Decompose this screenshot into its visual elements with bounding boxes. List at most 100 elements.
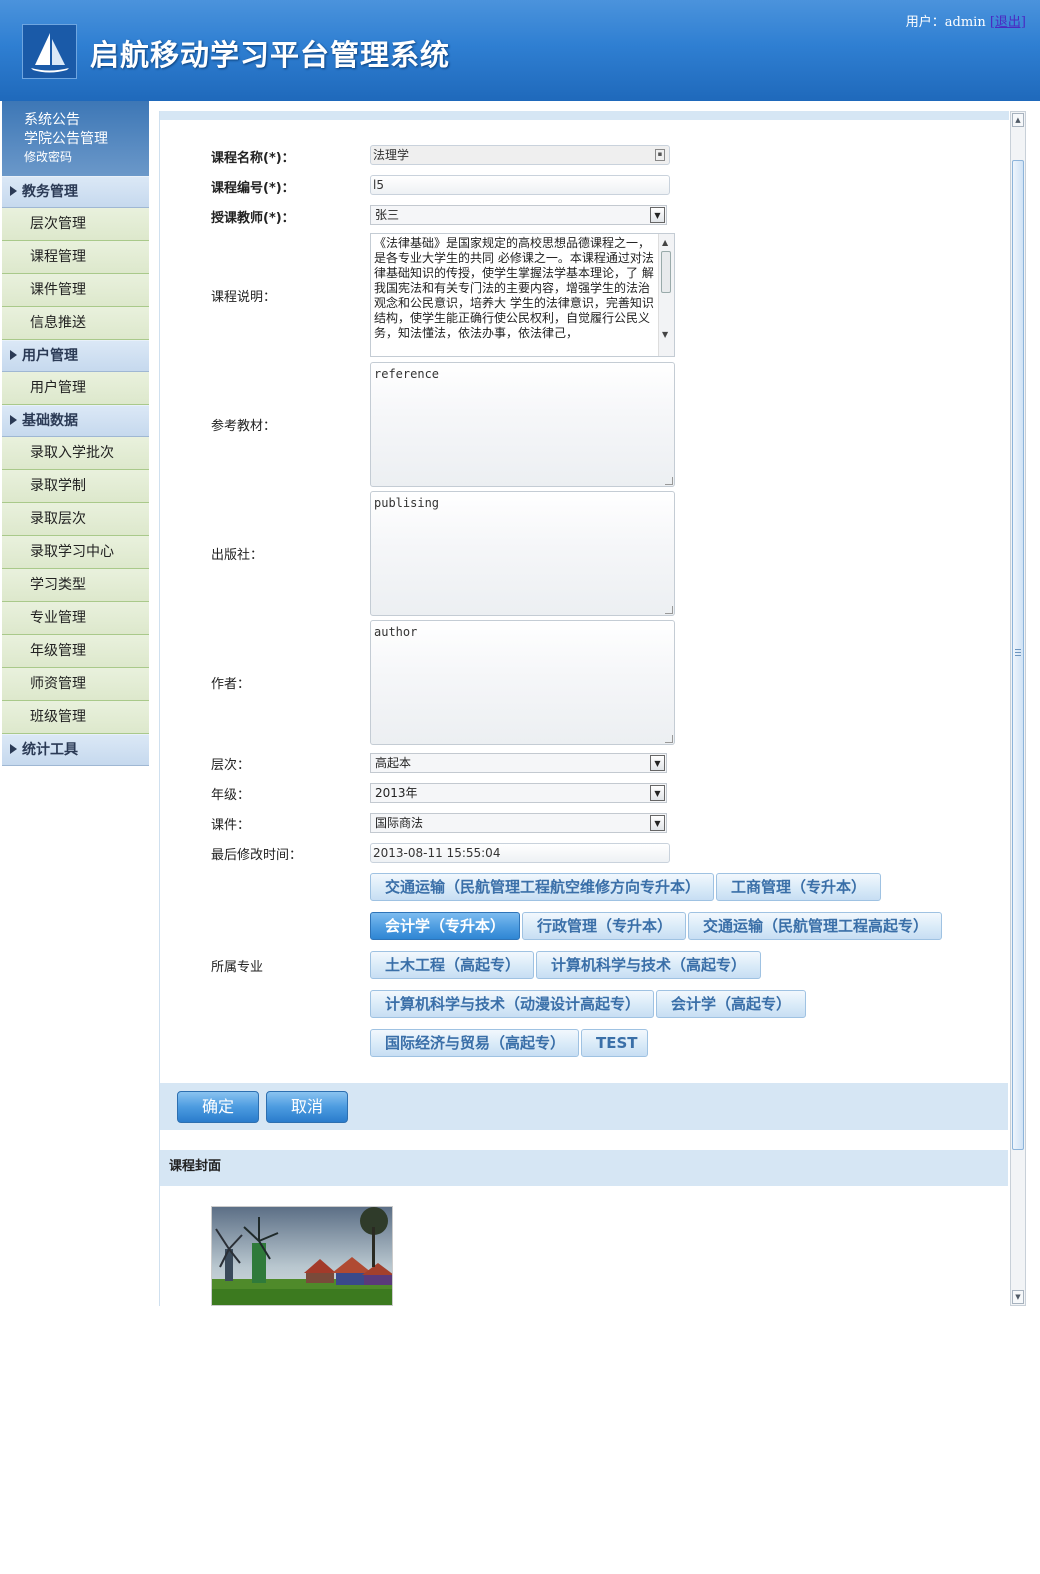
reference-value: reference (374, 367, 440, 381)
chevron-down-icon[interactable]: ▼ (650, 785, 665, 801)
ok-button[interactable]: 确定 (177, 1091, 259, 1123)
grade-value: 2013年 (375, 786, 418, 800)
row-level: 层次： 高起本 ▼ (211, 753, 667, 773)
teacher-label: 授课教师(*)： (211, 211, 295, 226)
logout-link[interactable]: [退出] (990, 15, 1026, 30)
sidebar-link-change-password[interactable]: 修改密码 (24, 149, 149, 166)
scroll-down-icon[interactable]: ▼ (662, 327, 668, 342)
course-name-field[interactable]: 法理学 ▪ (370, 145, 670, 165)
app-title: 启航移动学习平台管理系统 (90, 38, 451, 72)
scroll-thumb[interactable] (1012, 160, 1024, 1150)
sidebar-group-academic[interactable]: 教务管理 (2, 176, 149, 208)
sidebar-item-push[interactable]: 信息推送 (2, 307, 149, 340)
action-bar: 确定 取消 (160, 1083, 1008, 1130)
chevron-down-icon[interactable]: ▼ (650, 755, 665, 771)
sidebar-group-users[interactable]: 用户管理 (2, 340, 149, 372)
scroll-thumb[interactable] (661, 251, 671, 293)
reference-label: 参考教材： (211, 419, 277, 434)
triangle-right-icon (10, 186, 17, 196)
sidebar-item-faculty[interactable]: 师资管理 (2, 668, 149, 701)
row-courseware: 课件： 国际商法 ▼ (211, 813, 667, 833)
publisher-label: 出版社： (211, 548, 264, 563)
sidebar-group-basic-data[interactable]: 基础数据 (2, 405, 149, 437)
row-author: 作者： author (211, 620, 675, 745)
author-textarea[interactable]: author (370, 620, 675, 745)
row-grade: 年级： 2013年 ▼ (211, 783, 667, 803)
major-button[interactable]: 交通运输（民航管理工程高起专） (688, 912, 942, 940)
lock-icon: ▪ (655, 149, 665, 161)
major-button[interactable]: 国际经济与贸易（高起专） (370, 1029, 579, 1057)
course-name-value: 法理学 (373, 148, 410, 162)
grade-select[interactable]: 2013年 ▼ (370, 783, 667, 803)
triangle-right-icon (10, 350, 17, 360)
triangle-right-icon (10, 744, 17, 754)
grade-label: 年级： (211, 788, 251, 803)
major-button[interactable]: 行政管理（专升本） (522, 912, 686, 940)
user-label: 用户： (905, 15, 945, 30)
major-button[interactable]: 工商管理（专升本） (716, 873, 881, 901)
sidebar-item-study-type[interactable]: 学习类型 (2, 569, 149, 602)
major-button[interactable]: 计算机科学与技术（高起专） (536, 951, 761, 979)
triangle-right-icon (10, 415, 17, 425)
resize-grip-icon[interactable] (665, 477, 673, 485)
sidebar-top-links: 系统公告 学院公告管理 修改密码 (2, 101, 149, 176)
resize-grip-icon[interactable] (665, 735, 673, 743)
chevron-down-icon[interactable]: ▼ (650, 207, 665, 223)
user-bar: 用户：admin [退出] (906, 11, 1026, 30)
major-button[interactable]: 会计学（高起专） (656, 990, 806, 1018)
major-button[interactable]: 土木工程（高起专） (370, 951, 534, 979)
courseware-label: 课件： (211, 818, 251, 833)
sidebar-item-class[interactable]: 班级管理 (2, 701, 149, 734)
major-button-selected[interactable]: 会计学（专升本） (370, 912, 520, 940)
sidebar-item-enroll-batch[interactable]: 录取入学批次 (2, 437, 149, 470)
description-scrollbar[interactable]: ▲ ▼ (658, 234, 674, 356)
author-label: 作者： (211, 677, 251, 692)
major-button[interactable]: TEST (581, 1029, 648, 1057)
scroll-up-icon[interactable]: ▲ (662, 235, 668, 250)
row-course-name: 课程名称(*)： 法理学 ▪ (211, 145, 670, 166)
teacher-select[interactable]: 张三 ▼ (370, 205, 667, 225)
sidebar-item-users[interactable]: 用户管理 (2, 372, 149, 405)
courseware-select[interactable]: 国际商法 ▼ (370, 813, 667, 833)
description-textarea[interactable]: 《法律基础》是国家规定的高校思想品德课程之一，是各专业大学生的共同 必修课之一。… (370, 233, 675, 357)
publisher-value: publising (374, 496, 440, 510)
sidebar-item-enroll-system[interactable]: 录取学制 (2, 470, 149, 503)
scroll-up-icon[interactable]: ▲ (1012, 113, 1024, 127)
sidebar-item-level[interactable]: 层次管理 (2, 208, 149, 241)
level-value: 高起本 (375, 756, 412, 770)
sidebar-group-label: 基础数据 (22, 413, 78, 429)
sidebar-item-enroll-level[interactable]: 录取层次 (2, 503, 149, 536)
sidebar-item-major[interactable]: 专业管理 (2, 602, 149, 635)
major-button[interactable]: 交通运输（民航管理工程航空维修方向专升本） (370, 873, 714, 901)
page-scrollbar[interactable]: ▲ ▼ (1010, 111, 1026, 1306)
level-label: 层次： (211, 758, 251, 773)
cancel-button[interactable]: 取消 (266, 1091, 348, 1123)
course-cover-image[interactable] (211, 1206, 393, 1306)
sidebar-item-course[interactable]: 课程管理 (2, 241, 149, 274)
sidebar-item-grade[interactable]: 年级管理 (2, 635, 149, 668)
resize-grip-icon[interactable] (665, 606, 673, 614)
scroll-down-icon[interactable]: ▼ (1012, 1290, 1024, 1304)
app-header: 启航移动学习平台管理系统 用户：admin [退出] (0, 0, 1040, 101)
course-code-field[interactable]: l5 (370, 175, 670, 195)
sidebar-link-college-notice[interactable]: 学院公告管理 (24, 130, 149, 149)
majors-label: 所属专业 (211, 960, 264, 975)
row-teacher: 授课教师(*)： 张三 ▼ (211, 205, 667, 226)
sidebar-item-courseware[interactable]: 课件管理 (2, 274, 149, 307)
reference-textarea[interactable]: reference (370, 362, 675, 487)
chevron-down-icon[interactable]: ▼ (650, 815, 665, 831)
level-select[interactable]: 高起本 ▼ (370, 753, 667, 773)
user-name: admin (944, 15, 986, 30)
modified-label: 最后修改时间： (211, 848, 303, 863)
publisher-textarea[interactable]: publising (370, 491, 675, 616)
sidebar-item-study-center[interactable]: 录取学习中心 (2, 536, 149, 569)
author-value: author (374, 625, 418, 639)
modified-field[interactable]: 2013-08-11 15:55:04 (370, 843, 670, 863)
sidebar-group-stats[interactable]: 统计工具 (2, 734, 149, 766)
major-button[interactable]: 计算机科学与技术（动漫设计高起专） (370, 990, 654, 1018)
cover-section-title: 课程封面 (160, 1150, 1008, 1186)
sidebar-link-system-notice[interactable]: 系统公告 (24, 111, 149, 130)
description-value: 《法律基础》是国家规定的高校思想品德课程之一，是各专业大学生的共同 必修课之一。… (374, 236, 654, 340)
teacher-value: 张三 (375, 208, 400, 222)
row-description: 课程说明： 《法律基础》是国家规定的高校思想品德课程之一，是各专业大学生的共同 … (211, 233, 675, 357)
